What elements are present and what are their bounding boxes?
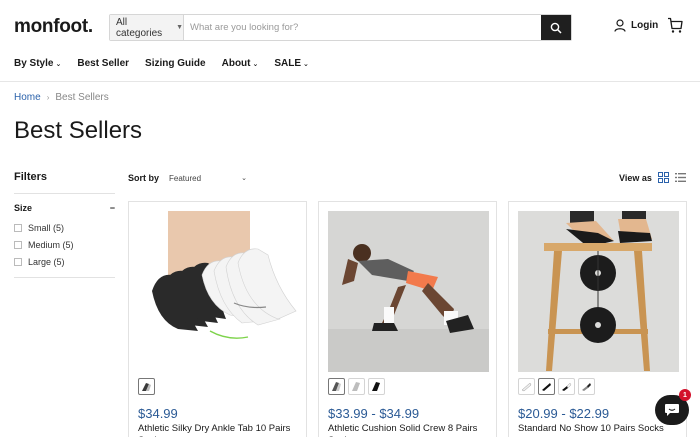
color-swatches (518, 378, 595, 395)
nav-label: About (221, 58, 251, 69)
filters-heading: Filters (14, 171, 48, 183)
divider (14, 277, 115, 278)
site-logo[interactable]: monfoot. (14, 16, 93, 38)
size-filter-label: Size (14, 203, 33, 213)
product-image-ankle-socks[interactable] (138, 211, 299, 372)
view-as: View as (619, 172, 686, 183)
product-title-link[interactable]: Athletic Cushion Solid Crew 8 Pairs Sock… (328, 423, 493, 437)
size-option-label: Small (5) (28, 223, 65, 233)
size-option-large[interactable]: Large (5) (14, 257, 65, 267)
nav-item-by-style[interactable]: By Style ⌄ (14, 58, 61, 69)
category-select[interactable]: All categories ▼ (110, 15, 184, 40)
chevron-down-icon: ⌄ (241, 174, 248, 182)
breadcrumb-home-link[interactable]: Home (14, 92, 41, 103)
color-swatch[interactable] (578, 378, 595, 395)
grid-view-icon[interactable] (657, 172, 669, 183)
size-filter-header[interactable]: Size − (14, 203, 115, 213)
chevron-right-icon: › (46, 93, 50, 102)
color-swatch[interactable] (328, 378, 345, 395)
size-option-medium[interactable]: Medium (5) (14, 240, 74, 250)
product-price: $20.99 - $22.99 (518, 406, 610, 421)
chat-notification-badge: 1 (679, 389, 691, 401)
chevron-down-icon: ⌄ (303, 60, 309, 68)
search-icon (550, 22, 562, 34)
chevron-down-icon: ⌄ (252, 60, 259, 68)
login-label: Login (631, 20, 659, 31)
nav-label: Sizing Guide (145, 58, 206, 69)
sort-by: Sort by Featured ⌄ (128, 173, 247, 183)
list-view-icon[interactable] (674, 172, 686, 183)
page-title: Best Sellers (14, 117, 143, 144)
size-option-label: Large (5) (28, 257, 65, 267)
color-swatches (138, 378, 155, 395)
search-input[interactable] (184, 15, 541, 40)
main-nav: By Style ⌄ Best Seller Sizing Guide Abou… (14, 58, 325, 69)
sort-select[interactable]: Featured ⌄ (169, 174, 247, 183)
color-swatch[interactable] (558, 378, 575, 395)
sort-by-label: Sort by (128, 173, 160, 183)
search-button[interactable] (541, 15, 571, 40)
size-option-small[interactable]: Small (5) (14, 223, 64, 233)
checkbox[interactable] (14, 258, 22, 266)
cart-icon (668, 17, 683, 33)
chevron-down-icon: ⌄ (55, 60, 62, 68)
cart-button[interactable] (667, 17, 683, 39)
chat-bubble-icon (665, 404, 679, 416)
view-as-label: View as (619, 172, 652, 183)
login-link[interactable]: Login (614, 19, 658, 32)
sort-select-value: Featured (169, 173, 202, 183)
breadcrumb-current: Best Sellers (55, 92, 109, 103)
product-image-crew-socks[interactable] (328, 211, 489, 372)
divider (14, 193, 115, 194)
chevron-down-icon: ▼ (176, 24, 183, 31)
color-swatch[interactable] (518, 378, 535, 395)
nav-item-sale[interactable]: SALE ⌄ (274, 58, 309, 69)
color-swatch[interactable] (138, 378, 155, 395)
site-header: monfoot. All categories ▼ Login By S (0, 0, 700, 82)
category-select-label: All categories (116, 16, 163, 39)
product-title-link[interactable]: Athletic Silky Dry Ankle Tab 10 Pairs So… (138, 423, 303, 437)
nav-item-best-seller[interactable]: Best Seller (77, 58, 129, 69)
size-option-label: Medium (5) (28, 240, 74, 250)
color-swatch[interactable] (368, 378, 385, 395)
collapse-icon[interactable]: − (110, 203, 115, 213)
nav-label: Best Seller (77, 58, 130, 69)
product-card[interactable]: $34.99 Athletic Silky Dry Ankle Tab 10 P… (128, 201, 307, 437)
search-bar: All categories ▼ (109, 14, 572, 41)
checkbox[interactable] (14, 224, 22, 232)
user-icon (614, 19, 626, 32)
product-price: $34.99 (138, 406, 178, 421)
nav-item-about[interactable]: About ⌄ (222, 58, 259, 69)
nav-item-sizing-guide[interactable]: Sizing Guide (145, 58, 206, 69)
color-swatches (328, 378, 385, 395)
breadcrumb: Home › Best Sellers (14, 92, 109, 103)
color-swatch[interactable] (348, 378, 365, 395)
nav-label: SALE (274, 58, 302, 69)
product-image-no-show-socks[interactable] (518, 211, 679, 372)
product-title-link[interactable]: Standard No Show 10 Pairs Socks (518, 423, 683, 435)
checkbox[interactable] (14, 241, 22, 249)
color-swatch[interactable] (538, 378, 555, 395)
product-price: $33.99 - $34.99 (328, 406, 420, 421)
product-card[interactable]: $33.99 - $34.99 Athletic Cushion Solid C… (318, 201, 497, 437)
nav-label: By Style (14, 58, 54, 69)
